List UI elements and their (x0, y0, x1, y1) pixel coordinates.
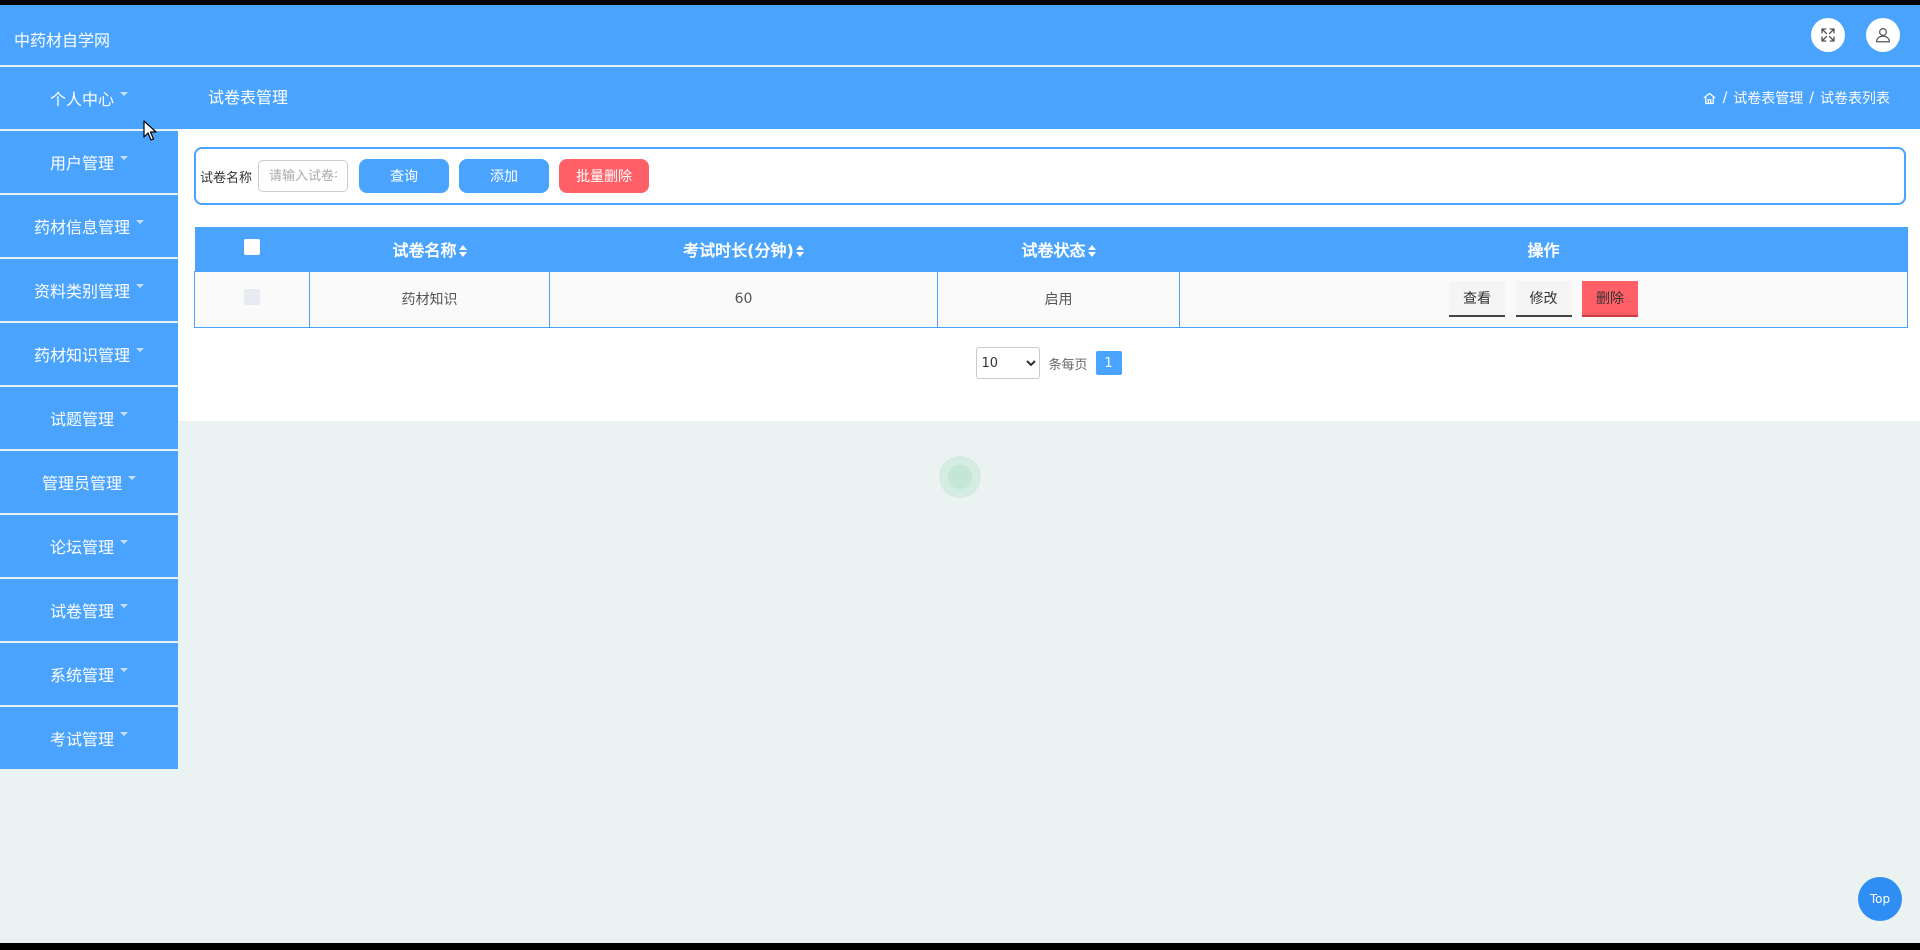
batch-delete-button[interactable]: 批量删除 (559, 159, 650, 193)
search-bar: 试卷名称 查询 添加 批量删除 (194, 147, 1906, 205)
search-input[interactable] (258, 160, 349, 192)
fullscreen-icon (1821, 28, 1835, 42)
sidebar-item-forum-management[interactable]: 论坛管理 (0, 515, 178, 577)
fullscreen-button[interactable] (1811, 18, 1845, 52)
sidebar-item-label: 试卷管理 (49, 602, 114, 621)
sidebar-item-label: 考试管理 (49, 730, 114, 749)
caret-down-icon (136, 284, 144, 288)
paper-table: 试卷名称 考试时长(分钟) 试卷状态 操作 药材知识 60 启用 查看 修改 删… (194, 227, 1908, 328)
sidebar-item-label: 系统管理 (49, 666, 114, 685)
view-button[interactable]: 查看 (1449, 281, 1506, 317)
sidebar-item-herb-knowledge-management[interactable]: 药材知识管理 (0, 323, 178, 385)
top-bar: 中药材自学网 (0, 5, 1920, 65)
caret-down-icon (120, 604, 128, 608)
delete-button[interactable]: 删除 (1581, 281, 1638, 317)
breadcrumb-item-paper-management[interactable]: 试卷表管理 (1733, 88, 1803, 108)
sidebar-item-exam-management[interactable]: 考试管理 (0, 707, 178, 769)
table-row: 药材知识 60 启用 查看 修改 删除 (194, 270, 1908, 328)
select-all-checkbox[interactable] (244, 238, 260, 255)
breadcrumb-separator: / (1809, 90, 1814, 106)
query-button[interactable]: 查询 (359, 159, 450, 193)
caret-down-icon (120, 156, 128, 160)
page-size-select[interactable]: 10 (976, 347, 1041, 379)
caret-down-icon (128, 476, 136, 480)
content-panel: 试卷名称 查询 添加 批量删除 试卷名称 考试时长(分钟) 试卷状态 操作 药材… (178, 129, 1920, 421)
home-icon[interactable] (1702, 91, 1717, 106)
sidebar-item-herb-info-management[interactable]: 药材信息管理 (0, 195, 178, 257)
user-menu-button[interactable] (1866, 18, 1900, 52)
sort-icon[interactable] (795, 245, 804, 258)
edit-button[interactable]: 修改 (1515, 281, 1572, 317)
page-title: 试卷表管理 (208, 88, 289, 107)
caret-down-icon (120, 412, 128, 416)
sidebar-item-admin-management[interactable]: 管理员管理 (0, 451, 178, 513)
column-header-name[interactable]: 试卷名称 (309, 227, 550, 271)
table-header-row: 试卷名称 考试时长(分钟) 试卷状态 操作 (194, 227, 1908, 271)
sidebar-item-system-management[interactable]: 系统管理 (0, 643, 178, 705)
breadcrumb: / 试卷表管理 / 试卷表列表 (1702, 67, 1890, 129)
caret-down-icon (120, 540, 128, 544)
sidebar-item-label: 用户管理 (49, 154, 114, 173)
app-title: 中药材自学网 (14, 31, 111, 50)
select-all-cell (194, 227, 310, 271)
column-header-duration[interactable]: 考试时长(分钟) (549, 227, 938, 271)
user-icon (1876, 28, 1890, 43)
loading-spinner (939, 456, 981, 498)
caret-down-icon (136, 220, 144, 224)
back-to-top-button[interactable]: Top (1858, 877, 1902, 921)
caret-down-icon (120, 92, 128, 96)
row-select-cell (194, 270, 310, 328)
caret-down-icon (136, 348, 144, 352)
mouse-cursor-icon (143, 120, 157, 141)
pagination: 10 条每页 1 (178, 347, 1920, 379)
row-checkbox[interactable] (244, 289, 260, 305)
caret-down-icon (120, 732, 128, 736)
column-header-status[interactable]: 试卷状态 (937, 227, 1180, 271)
breadcrumb-item-paper-list: 试卷表列表 (1820, 91, 1890, 107)
sidebar-item-question-management[interactable]: 试题管理 (0, 387, 178, 449)
column-header-actions: 操作 (1179, 227, 1908, 271)
sidebar-item-label: 药材知识管理 (33, 346, 130, 365)
sidebar-item-material-category-management[interactable]: 资料类别管理 (0, 259, 178, 321)
page-header: 试卷表管理 / 试卷表管理 / 试卷表列表 (178, 67, 1920, 129)
search-label: 试卷名称 (200, 170, 253, 186)
sidebar: 个人中心 用户管理 药材信息管理 资料类别管理 药材知识管理 试题管理 管理员管… (0, 67, 178, 771)
sidebar-item-label: 药材信息管理 (33, 218, 130, 237)
sort-icon[interactable] (458, 245, 467, 258)
status-cell: 启用 (937, 270, 1180, 328)
caret-down-icon (120, 668, 128, 672)
add-button[interactable]: 添加 (459, 159, 550, 193)
page-number-current[interactable]: 1 (1095, 351, 1122, 375)
sidebar-item-label: 资料类别管理 (33, 282, 130, 301)
duration-cell: 60 (549, 270, 938, 328)
sidebar-item-label: 个人中心 (49, 90, 114, 109)
sidebar-item-label: 论坛管理 (49, 538, 114, 557)
breadcrumb-separator: / (1722, 90, 1728, 106)
sidebar-item-label: 管理员管理 (41, 474, 122, 493)
sidebar-item-label: 试题管理 (49, 410, 114, 429)
app-root: 中药材自学网 个人中心 用户管理 药材信息管理 资料类别管理 药材知识管理 试题… (0, 5, 1920, 943)
sidebar-item-paper-management[interactable]: 试卷管理 (0, 579, 178, 641)
per-page-label: 条每页 (1048, 357, 1088, 373)
actions-cell: 查看 修改 删除 (1179, 270, 1908, 328)
sort-icon[interactable] (1087, 245, 1096, 258)
paper-name-cell: 药材知识 (309, 270, 550, 328)
